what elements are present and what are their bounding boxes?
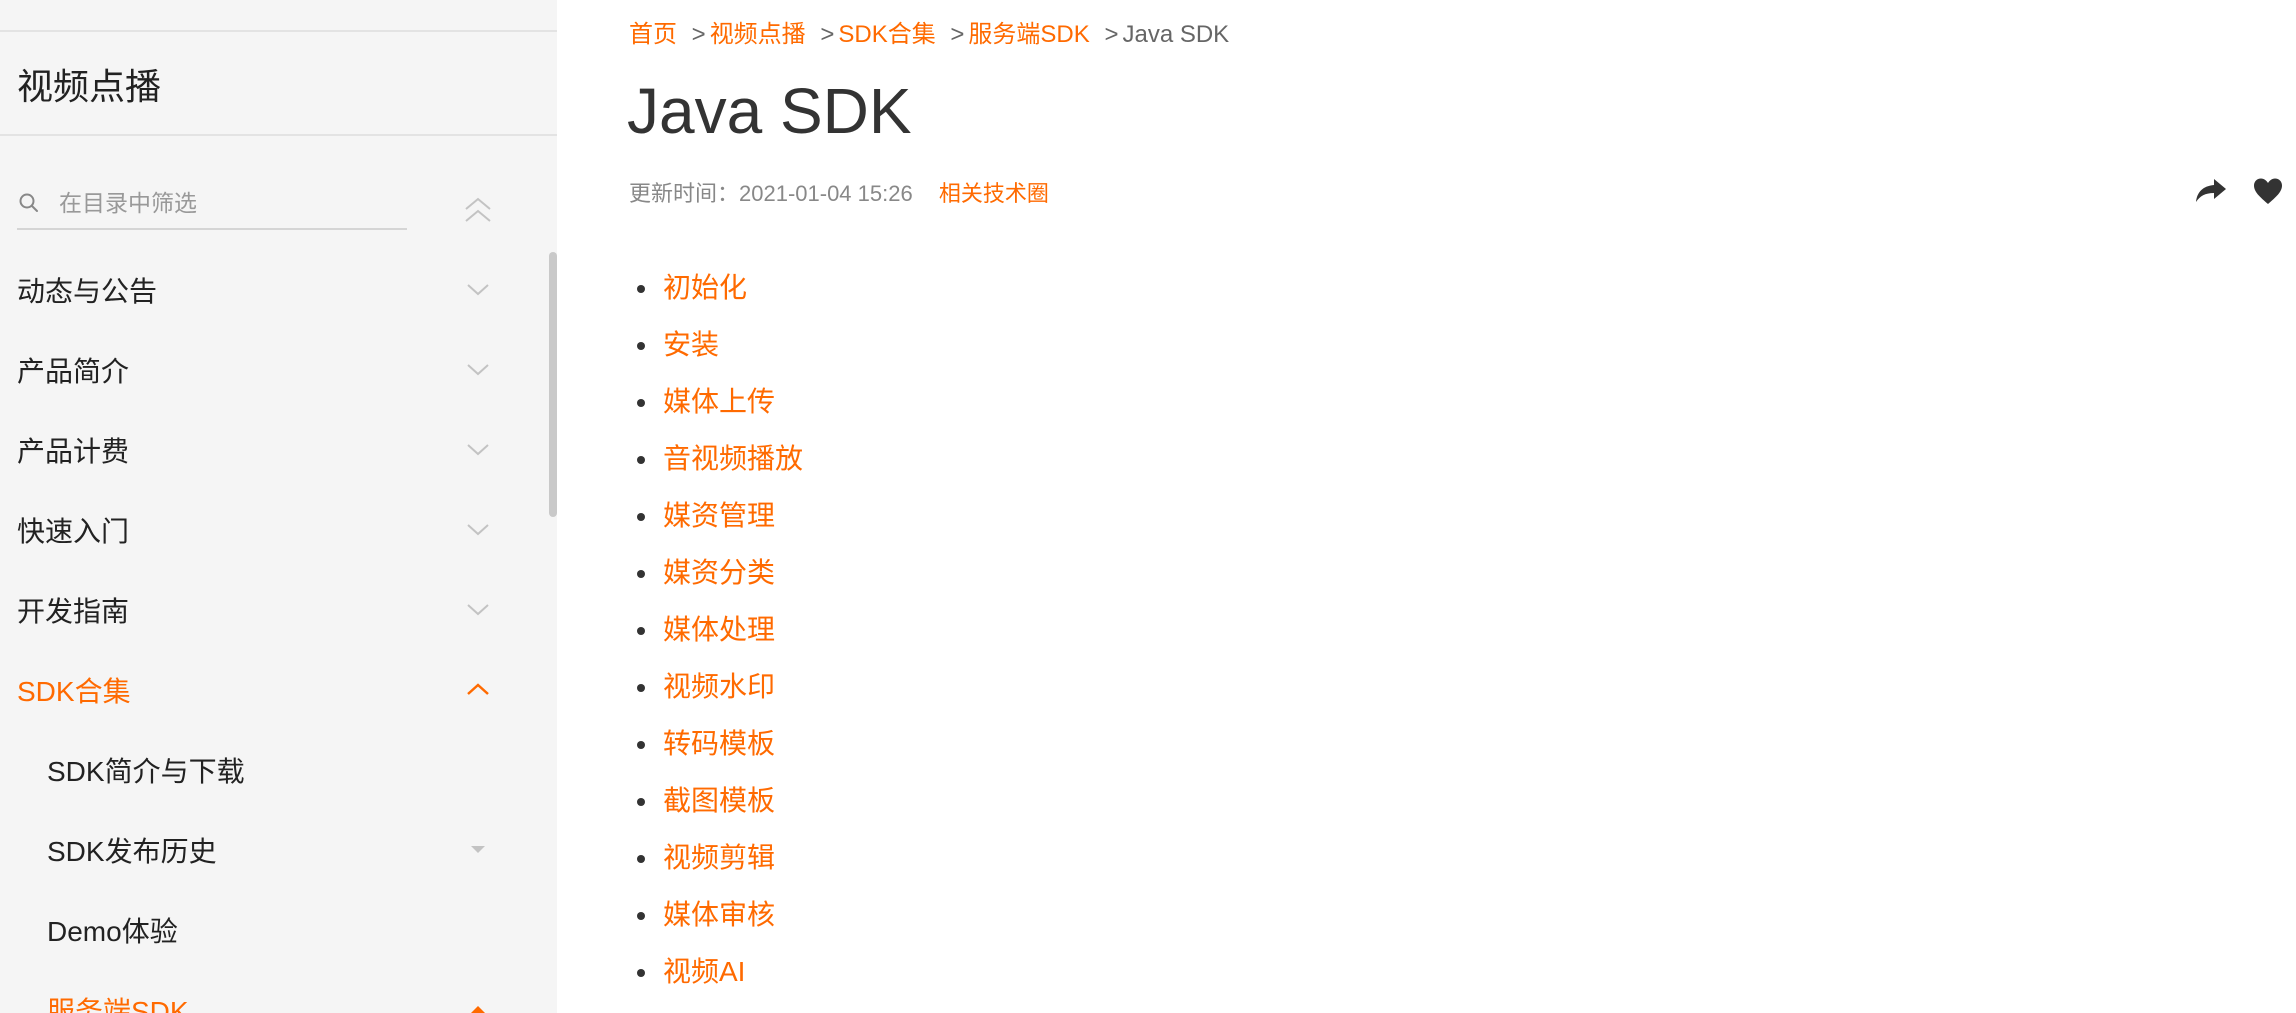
toc-item: 安装: [637, 325, 803, 382]
toc-item: 初始化: [637, 268, 803, 325]
page-meta: 更新时间：2021-01-04 15:26 相关技术圈: [629, 176, 1049, 208]
sidebar-item-pricing[interactable]: 产品计费: [0, 410, 540, 490]
toc-item: 截图模板: [637, 781, 803, 838]
related-tech-circle-link[interactable]: 相关技术圈: [939, 181, 1049, 206]
sidebar-item-sdk-collection[interactable]: SDK合集: [0, 650, 540, 730]
toc-item: 音视频播放: [637, 439, 803, 496]
sidebar-divider: [0, 134, 557, 136]
sidebar-item-label: Demo体验: [47, 916, 178, 947]
toc-item: 媒体上传: [637, 382, 803, 439]
breadcrumb-sdk-collection-link[interactable]: SDK合集: [838, 21, 935, 48]
sidebar-item-announcements[interactable]: 动态与公告: [0, 250, 540, 330]
toc-link-video-ai[interactable]: 视频AI: [663, 956, 745, 987]
sidebar-item-label: 服务端SDK: [47, 996, 189, 1013]
bullet-icon: [637, 285, 645, 293]
toc-link-media-upload[interactable]: 媒体上传: [663, 386, 775, 417]
sidebar-item-sdk-history[interactable]: SDK发布历史: [0, 810, 540, 890]
sidebar-item-label: SDK合集: [17, 676, 131, 707]
search-icon: [19, 193, 38, 212]
sidebar-item-product-intro[interactable]: 产品简介: [0, 330, 540, 410]
sidebar-item-quick-start[interactable]: 快速入门: [0, 490, 540, 570]
toc-link-transcode-template[interactable]: 转码模板: [663, 728, 775, 759]
toc-link-init[interactable]: 初始化: [663, 272, 747, 303]
breadcrumb-home-link[interactable]: 首页: [629, 21, 677, 48]
bullet-icon: [637, 912, 645, 920]
breadcrumb-vod-link[interactable]: 视频点播: [710, 21, 806, 48]
toc-link-watermark[interactable]: 视频水印: [663, 671, 775, 702]
breadcrumb-current: Java SDK: [1122, 21, 1230, 48]
bullet-icon: [637, 456, 645, 464]
toc-item: 媒资管理: [637, 496, 803, 553]
sidebar-item-label: 产品计费: [17, 436, 130, 467]
toc-link-media-audit[interactable]: 媒体审核: [663, 899, 775, 930]
sidebar-item-label: 产品简介: [17, 356, 130, 387]
toc-list: 初始化 安装 媒体上传 音视频播放 媒资管理 媒资分类 媒体处理 视频水印 转码…: [637, 268, 803, 1009]
toc-link-media-category[interactable]: 媒资分类: [663, 557, 775, 588]
toc-item: 视频水印: [637, 667, 803, 724]
breadcrumb-separator: >: [950, 21, 965, 48]
chevron-down-icon[interactable]: [463, 597, 493, 621]
page-title: Java SDK: [627, 75, 912, 147]
sidebar-item-label: 快速入门: [17, 516, 130, 547]
sidebar: 视频点播 动态与公告 产品简介 产品计费 快速入门: [0, 0, 557, 1013]
bullet-icon: [637, 513, 645, 521]
toc-item: 转码模板: [637, 724, 803, 781]
sidebar-item-sdk-download[interactable]: SDK简介与下载: [0, 730, 540, 810]
toc-item: 媒体审核: [637, 895, 803, 952]
bullet-icon: [637, 627, 645, 635]
toc-link-playback[interactable]: 音视频播放: [663, 443, 803, 474]
sidebar-item-label: 动态与公告: [17, 276, 158, 307]
toc-link-media-processing[interactable]: 媒体处理: [663, 614, 775, 645]
breadcrumb-separator: >: [691, 21, 706, 48]
chevron-down-icon[interactable]: [463, 517, 493, 541]
directory-filter: [17, 180, 407, 230]
sidebar-item-label: SDK发布历史: [47, 836, 217, 867]
toc-link-snapshot-template[interactable]: 截图模板: [663, 785, 775, 816]
sidebar-item-label: SDK简介与下载: [47, 756, 245, 787]
caret-down-icon[interactable]: [463, 837, 493, 861]
sidebar-top-divider: [0, 30, 557, 32]
bullet-icon: [637, 684, 645, 692]
updated-time: 更新时间：2021-01-04 15:26: [629, 181, 913, 206]
bullet-icon: [637, 342, 645, 350]
sidebar-item-server-sdk[interactable]: 服务端SDK: [0, 970, 540, 1013]
bullet-icon: [637, 798, 645, 806]
bullet-icon: [637, 741, 645, 749]
bullet-icon: [637, 399, 645, 407]
toc-item: 视频AI: [637, 952, 803, 1009]
toc-link-video-editing[interactable]: 视频剪辑: [663, 842, 775, 873]
breadcrumb-separator: >: [1104, 21, 1119, 48]
toc-item: 媒资分类: [637, 553, 803, 610]
sidebar-item-dev-guide[interactable]: 开发指南: [0, 570, 540, 650]
sidebar-item-demo[interactable]: Demo体验: [0, 890, 540, 970]
chevron-down-icon[interactable]: [463, 357, 493, 381]
bullet-icon: [637, 855, 645, 863]
toc-link-media-management[interactable]: 媒资管理: [663, 500, 775, 531]
directory-filter-input[interactable]: [59, 186, 399, 220]
breadcrumb-separator: >: [820, 21, 835, 48]
bullet-icon: [637, 570, 645, 578]
sidebar-item-label: 开发指南: [17, 596, 130, 627]
heart-icon[interactable]: [2252, 176, 2284, 206]
toc-item: 视频剪辑: [637, 838, 803, 895]
chevron-up-icon[interactable]: [463, 677, 493, 701]
chevron-down-icon[interactable]: [463, 277, 493, 301]
bullet-icon: [637, 969, 645, 977]
toc-item: 媒体处理: [637, 610, 803, 667]
toc-link-install[interactable]: 安装: [663, 329, 719, 360]
breadcrumb-server-sdk-link[interactable]: 服务端SDK: [968, 21, 1089, 48]
sidebar-title: 视频点播: [17, 66, 162, 107]
caret-up-icon[interactable]: [463, 997, 493, 1013]
collapse-all-icon[interactable]: [463, 196, 493, 224]
breadcrumb: 首页 > 视频点播 > SDK合集 > 服务端SDK > Java SDK: [629, 14, 1229, 49]
chevron-down-icon[interactable]: [463, 437, 493, 461]
sidebar-scrollbar[interactable]: [549, 252, 557, 517]
share-icon[interactable]: [2194, 176, 2228, 204]
